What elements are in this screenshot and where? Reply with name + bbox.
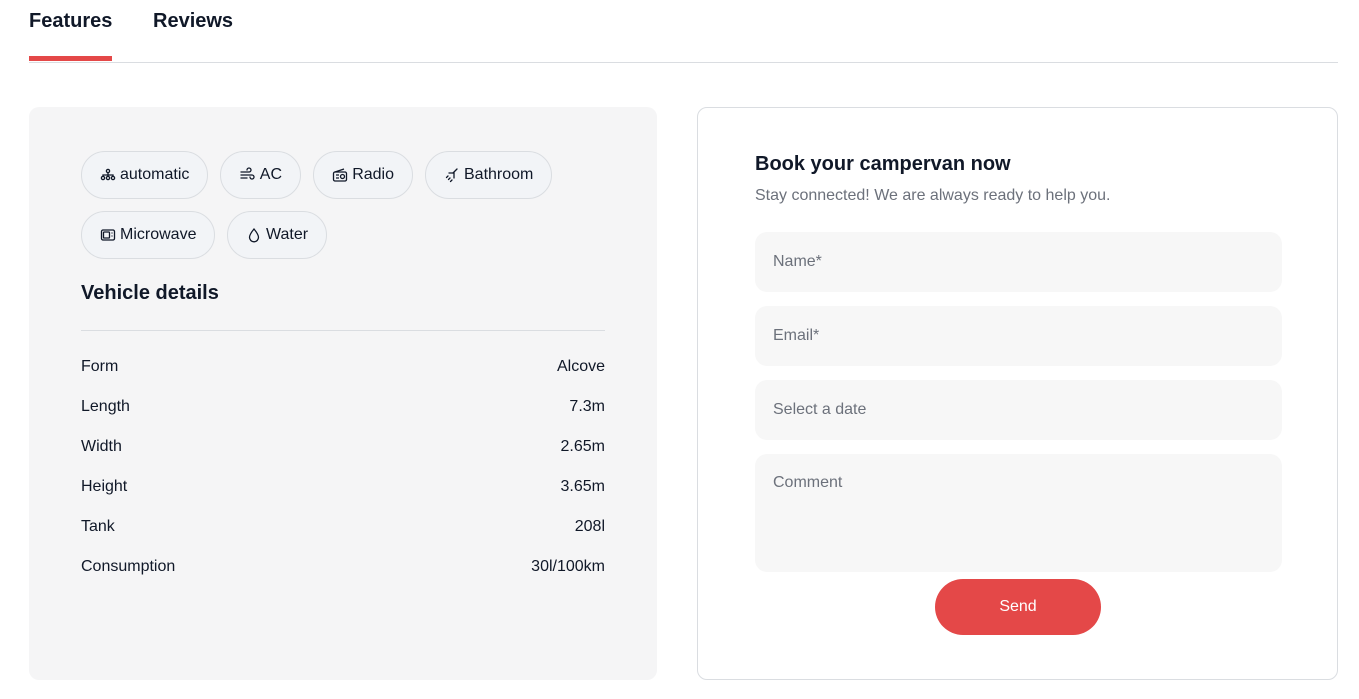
- feature-chip-label: Water: [266, 226, 309, 243]
- detail-row-form: Form Alcove: [81, 355, 605, 379]
- feature-chip-automatic: automatic: [81, 151, 208, 199]
- email-input[interactable]: [755, 306, 1282, 366]
- feature-chip-ac: AC: [220, 151, 301, 199]
- vehicle-details-title: Vehicle details: [81, 282, 219, 304]
- radio-icon: [332, 166, 348, 184]
- tab-reviews[interactable]: Reviews: [153, 0, 243, 62]
- send-button[interactable]: Send: [935, 579, 1101, 635]
- date-input[interactable]: [755, 380, 1282, 440]
- water-drop-icon: [246, 226, 262, 244]
- feature-chip-water: Water: [227, 211, 327, 259]
- detail-row-tank: Tank 208l: [81, 515, 605, 539]
- detail-value: 3.65m: [560, 478, 605, 495]
- features-panel: automatic AC Radio Bathroom Microwave Wa…: [29, 107, 657, 680]
- microwave-icon: [100, 226, 116, 244]
- divider: [81, 330, 605, 331]
- feature-chip-label: AC: [259, 166, 282, 183]
- detail-value: 30l/100km: [531, 558, 605, 575]
- detail-row-height: Height 3.65m: [81, 475, 605, 499]
- detail-label: Consumption: [81, 558, 176, 575]
- detail-label: Tank: [81, 518, 115, 535]
- comment-textarea[interactable]: [755, 454, 1282, 572]
- detail-row-width: Width 2.65m: [81, 435, 605, 459]
- booking-subtitle: Stay connected! We are always ready to h…: [755, 187, 1111, 204]
- wind-icon: [239, 166, 256, 184]
- shower-icon: [444, 166, 460, 184]
- detail-label: Length: [81, 398, 130, 415]
- feature-chip-bathroom: Bathroom: [425, 151, 552, 199]
- detail-value: 2.65m: [560, 438, 605, 455]
- detail-value: 7.3m: [569, 398, 605, 415]
- feature-chip-label: Bathroom: [464, 166, 534, 183]
- detail-row-length: Length 7.3m: [81, 395, 605, 419]
- feature-chip-label: Radio: [352, 166, 394, 183]
- active-tab-indicator: [29, 56, 112, 61]
- booking-form-panel: Book your campervan now Stay connected! …: [697, 107, 1338, 680]
- detail-value: 208l: [574, 518, 605, 535]
- feature-chip-label: Microwave: [120, 226, 197, 243]
- transmission-icon: [100, 166, 116, 184]
- name-input[interactable]: [755, 232, 1282, 292]
- tabs-bar: Features Reviews: [29, 0, 1338, 63]
- feature-chip-radio: Radio: [313, 151, 413, 199]
- tab-features[interactable]: Features: [29, 0, 112, 62]
- detail-label: Width: [81, 438, 122, 455]
- feature-chip-label: automatic: [120, 166, 190, 183]
- detail-value: Alcove: [556, 358, 605, 375]
- detail-label: Height: [81, 478, 128, 495]
- detail-label: Form: [81, 358, 119, 375]
- detail-row-consumption: Consumption 30l/100km: [81, 555, 605, 579]
- feature-chip-microwave: Microwave: [81, 211, 215, 259]
- booking-title: Book your campervan now: [755, 153, 1011, 175]
